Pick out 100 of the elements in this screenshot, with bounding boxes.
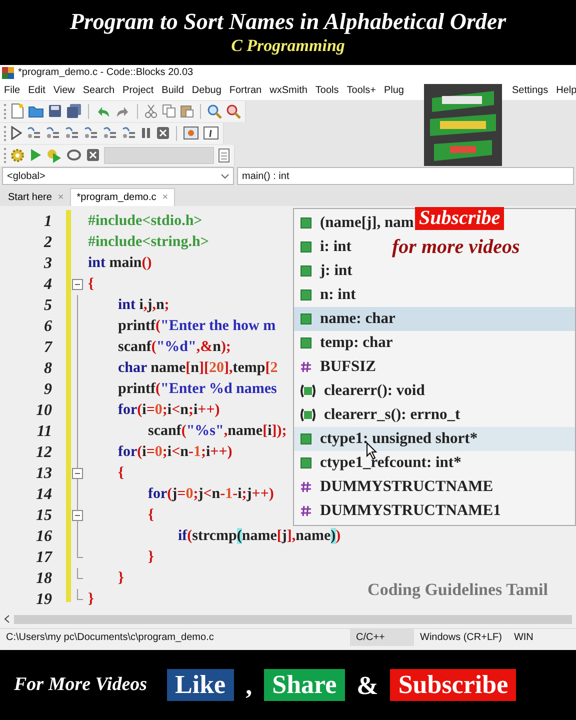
step-icon[interactable] — [121, 126, 136, 140]
code-line: #include<string.h> — [88, 233, 209, 252]
autocomplete-item[interactable]: n: int — [320, 283, 356, 307]
code-line: { — [147, 506, 154, 525]
separator-text: , — [246, 670, 252, 702]
line-number: 7 — [43, 338, 54, 358]
menu-item[interactable]: Help — [552, 82, 576, 98]
line-number: 17 — [35, 548, 54, 568]
line-number: 3 — [43, 254, 53, 274]
square-icon — [300, 289, 312, 301]
video-title: Program to Sort Names in Alphabetical Order — [68, 8, 508, 35]
search-icon[interactable] — [226, 104, 241, 118]
promo-text: For More Videos — [14, 672, 148, 697]
gear-play-icon[interactable] — [46, 148, 62, 162]
menu-item[interactable]: Settings — [508, 82, 552, 98]
menu-item[interactable]: wxSmith — [266, 82, 312, 98]
line-number: 8 — [43, 359, 53, 379]
info-icon[interactable] — [203, 126, 219, 140]
menu-item[interactable]: File — [0, 82, 24, 98]
hash-icon — [300, 361, 312, 373]
scrollbar-thumb[interactable] — [14, 614, 572, 624]
code-line: { — [117, 464, 124, 483]
scroll-left-icon[interactable] — [4, 615, 10, 623]
window-icon[interactable] — [183, 126, 199, 140]
paste-icon[interactable] — [180, 104, 194, 118]
autocomplete-item[interactable]: DUMMYSTRUCTNAME — [320, 475, 494, 499]
menu-item[interactable]: Build — [158, 82, 188, 98]
autocomplete-item[interactable]: DUMMYSTRUCTNAME1 — [320, 499, 501, 523]
autocomplete-item[interactable]: ctype1: unsigned short* — [320, 427, 478, 451]
menu-item[interactable]: Tools — [311, 82, 343, 98]
step-icon[interactable] — [64, 126, 79, 140]
step-icon[interactable] — [45, 126, 60, 140]
step-icon[interactable] — [102, 126, 117, 140]
autocomplete-item[interactable]: temp: char — [320, 331, 393, 355]
autocomplete-item[interactable]: clearerr_s(): errno_t — [324, 403, 460, 427]
line-number: 10 — [35, 401, 53, 421]
autocomplete-item[interactable]: j: int — [320, 259, 352, 283]
hash-icon — [300, 481, 312, 493]
search-icon[interactable] — [207, 104, 222, 118]
separator-text: & — [356, 670, 378, 702]
fold-toggle[interactable] — [72, 468, 83, 479]
status-field: C/C++ — [350, 629, 414, 646]
step-icon[interactable] — [83, 126, 98, 140]
autocomplete-item[interactable]: BUFSIZ — [320, 355, 376, 379]
chevron-down-icon — [221, 174, 229, 178]
menu-item[interactable]: View — [49, 82, 79, 98]
line-number: 19 — [35, 590, 53, 610]
save-all-icon[interactable] — [66, 103, 82, 119]
code-line: for(i=0;i<n-1;i++) — [117, 443, 232, 462]
menu-item[interactable]: Search — [78, 82, 119, 98]
fold-toggle[interactable] — [72, 279, 83, 290]
line-number: 4 — [42, 275, 53, 295]
code-line: } — [117, 569, 124, 588]
autocomplete-item[interactable]: clearerr(): void — [324, 379, 425, 403]
step-icon[interactable] — [26, 126, 41, 140]
autocomplete-item[interactable]: (name[j], nam — [320, 211, 414, 235]
square-icon — [300, 265, 312, 277]
code-line: for(j=0;j<n-1-i;j++) — [147, 485, 274, 504]
play-icon[interactable] — [10, 126, 22, 140]
status-field: Windows (CR+LF) — [414, 630, 508, 645]
autocomplete-item[interactable]: ctype1_refcount: int* — [320, 451, 462, 475]
menu-item[interactable]: Fortran — [225, 82, 266, 98]
autocomplete-item[interactable]: name: char — [320, 307, 396, 331]
status-field: C:\Users\my pc\Documents\c\program_demo.c — [0, 630, 350, 645]
code-line: printf("Enter the how m — [117, 317, 276, 336]
menu-item[interactable]: Tools+ — [342, 82, 380, 98]
gear-icon[interactable] — [10, 148, 25, 162]
menu-item[interactable]: Edit — [24, 82, 50, 98]
scissors-icon[interactable] — [144, 104, 158, 118]
stop-icon[interactable] — [86, 148, 100, 162]
code-line: scanf("%s",name[i]); — [147, 422, 287, 441]
menu-item[interactable]: Plug — [380, 82, 408, 98]
promo-label: Subscribe — [390, 669, 516, 701]
code-line: if(strcmp(name[j],name)) — [177, 527, 341, 546]
stop-icon[interactable] — [156, 126, 170, 140]
line-number: 5 — [43, 296, 53, 316]
copy-icon[interactable] — [162, 104, 176, 118]
line-number: 2 — [42, 233, 53, 253]
play-icon[interactable] — [29, 148, 42, 162]
pause-icon[interactable] — [140, 126, 152, 140]
fold-toggle[interactable] — [72, 510, 83, 521]
folder-icon[interactable] — [28, 104, 44, 118]
editor-tab[interactable]: *program_demo.c × — [70, 188, 176, 206]
line-number: 16 — [35, 527, 53, 547]
menu-item[interactable]: Project — [118, 82, 158, 98]
document-icon[interactable] — [218, 148, 230, 162]
line-number: 9 — [43, 380, 53, 400]
close-icon[interactable]: × — [162, 190, 168, 205]
save-icon[interactable] — [48, 104, 62, 118]
scope-dropdown[interactable]: <global> — [2, 167, 234, 185]
menu-item[interactable]: Debug — [188, 82, 226, 98]
code-line: { — [88, 275, 94, 294]
promo-caption: for more videos — [392, 235, 520, 260]
function-icon — [300, 408, 316, 422]
line-number: 1 — [43, 212, 53, 232]
code-line: } — [88, 590, 94, 609]
new-file-icon[interactable] — [10, 103, 24, 119]
autocomplete-item[interactable]: i: int — [320, 235, 352, 259]
square-icon — [300, 313, 312, 325]
function-dropdown[interactable]: main() : int — [237, 167, 574, 185]
